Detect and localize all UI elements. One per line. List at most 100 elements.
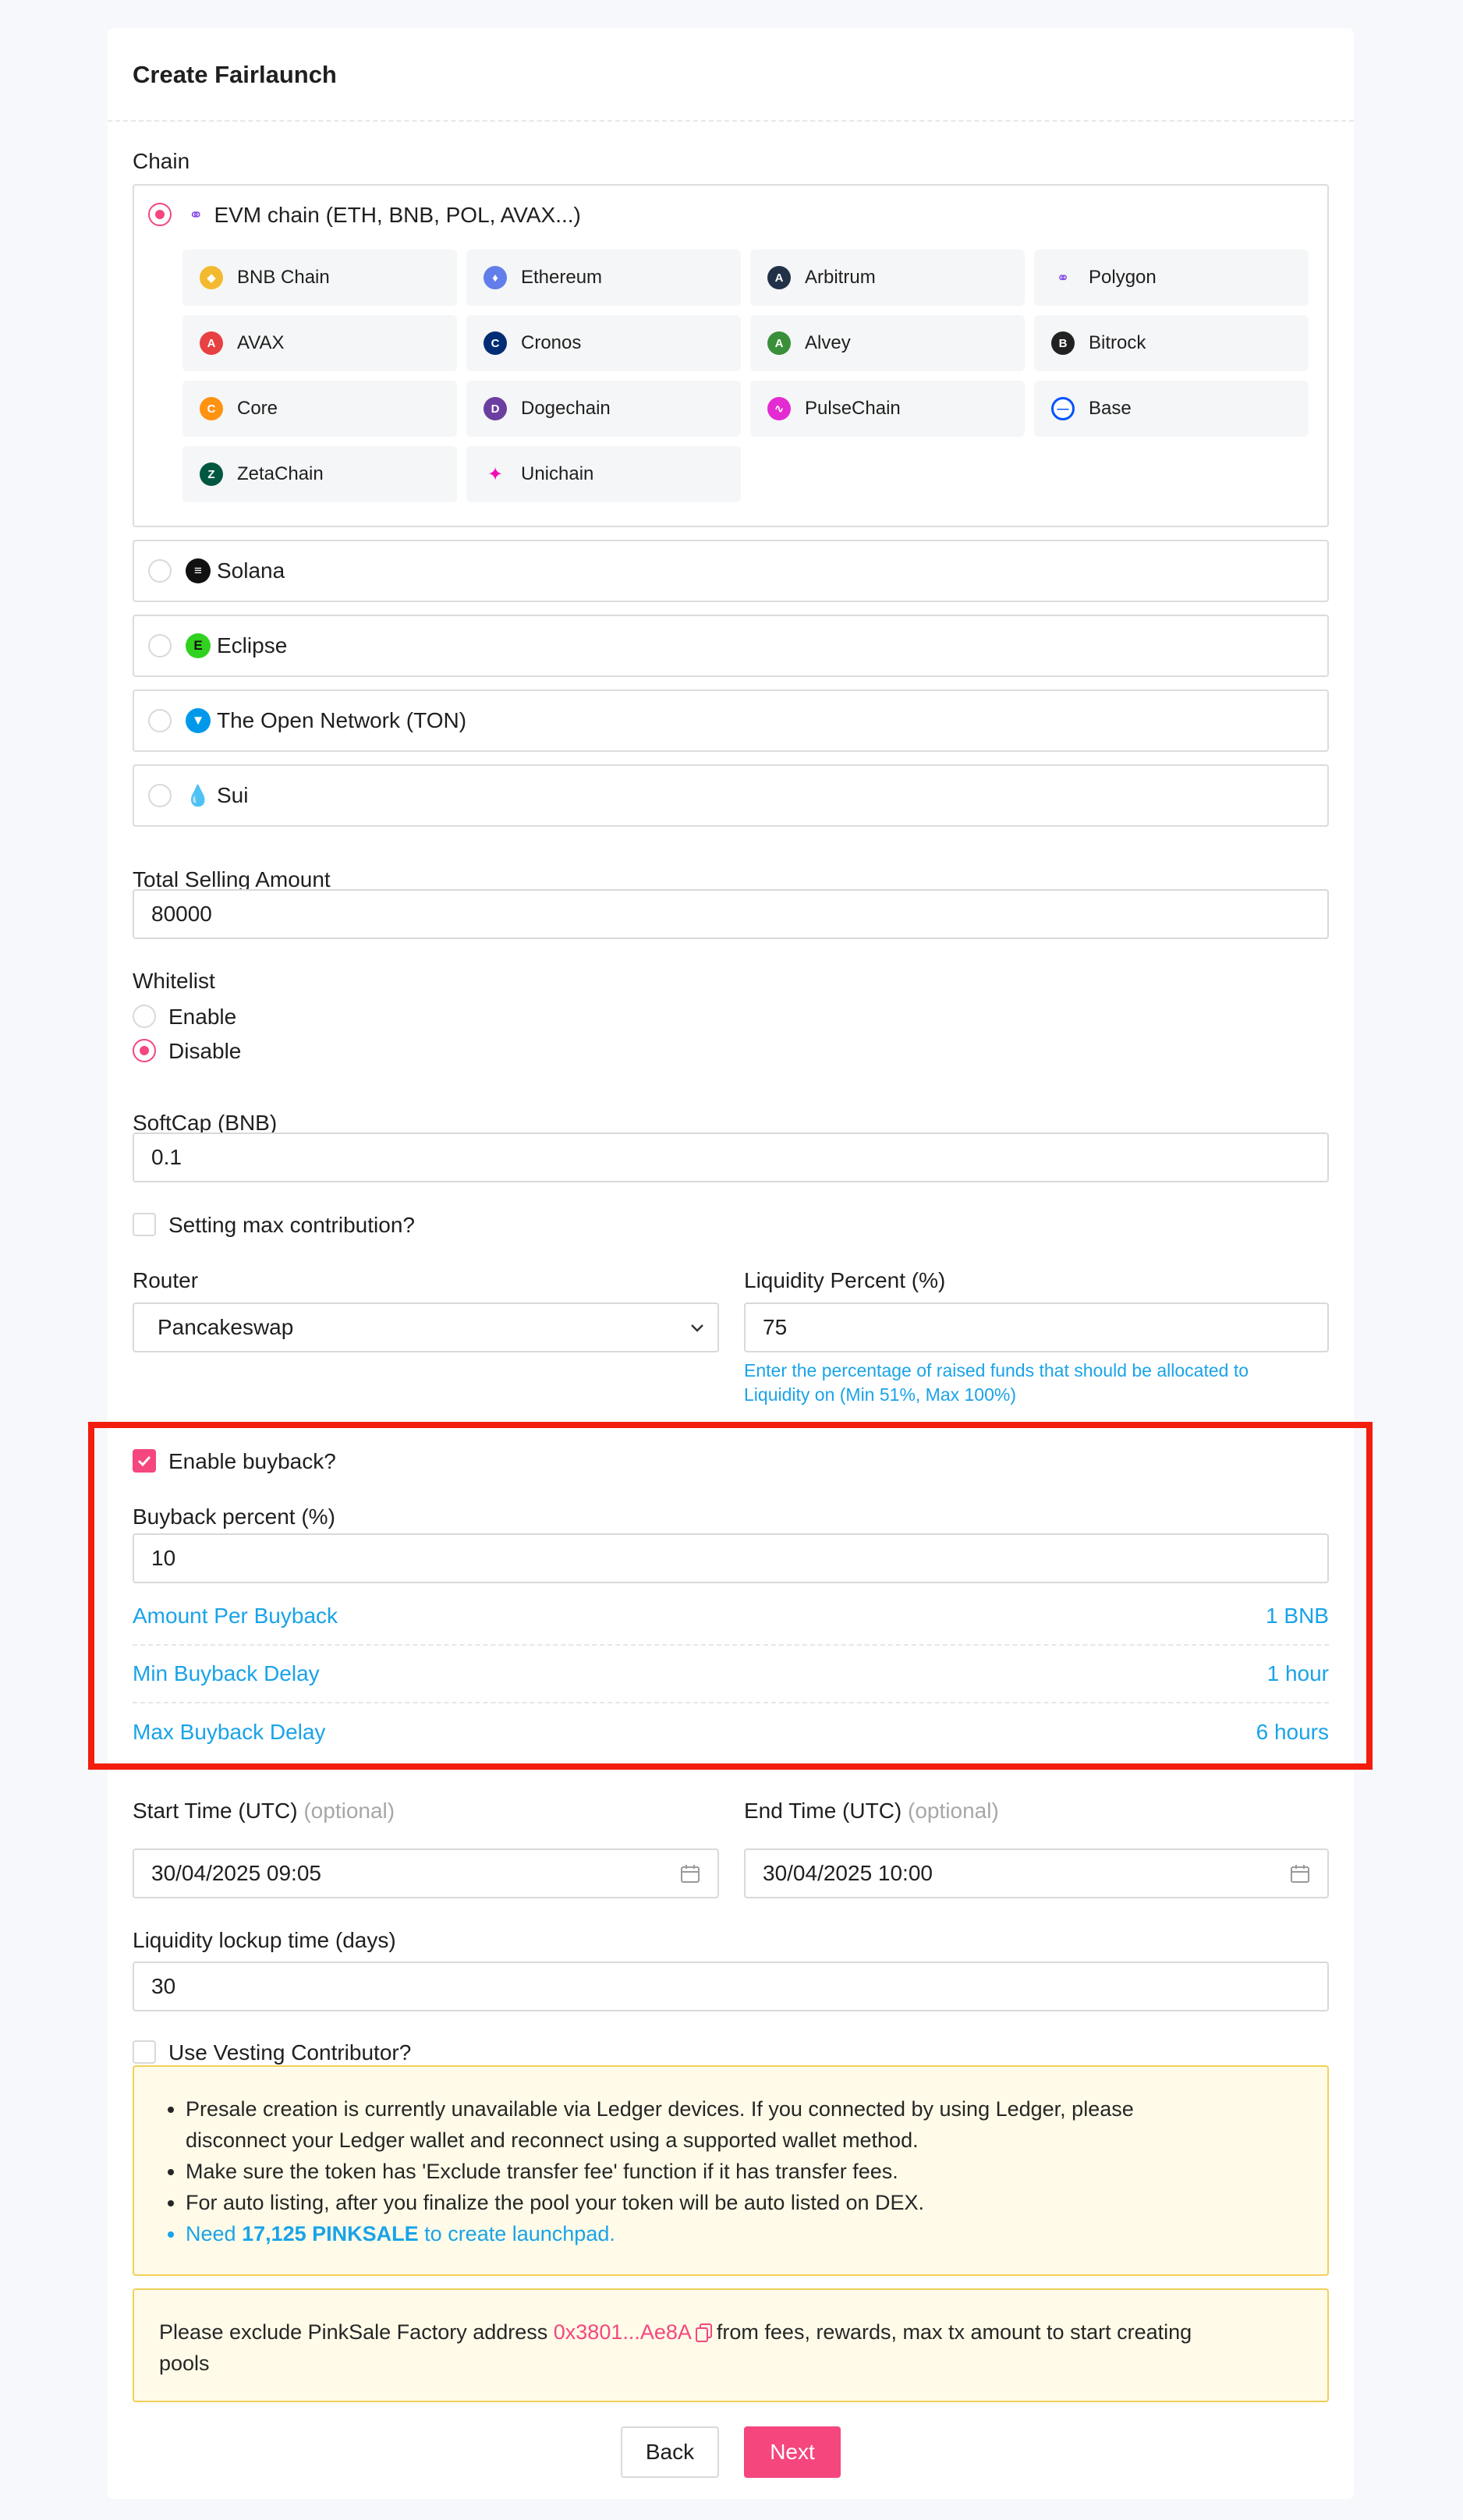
factory-notice-line2: pools [159, 2352, 210, 2375]
whitelist-enable-radio[interactable] [133, 1005, 156, 1028]
solana-icon: ≡ [186, 558, 211, 583]
liquidity-value: 75 [763, 1315, 788, 1339]
notice-item: Need 17,125 PINKSALE to create launchpad… [186, 2218, 1327, 2249]
pulsechain-icon: ∿ [767, 397, 791, 420]
factory-notice-pre: Please exclude PinkSale Factory address [159, 2320, 554, 2344]
base-icon: — [1051, 397, 1075, 420]
notice-text: Presale creation is currently unavailabl… [186, 2097, 1134, 2121]
chain-button-label: ZetaChain [237, 463, 324, 484]
eclipse-option: E Eclipse [186, 633, 287, 658]
end-time-value: 30/04/2025 10:00 [763, 1861, 933, 1885]
whitelist-enable-label[interactable]: Enable [168, 1005, 236, 1030]
avax-icon: A [200, 331, 223, 355]
sui-option: 💧 Sui [185, 783, 249, 808]
lockup-input[interactable]: 30 [133, 1962, 1329, 2011]
start-time-optional: (optional) [303, 1799, 395, 1823]
chain-button-label: Base [1089, 398, 1132, 419]
softcap-input[interactable]: 0.1 [133, 1132, 1329, 1182]
chain-button-bitrock[interactable]: B Bitrock [1034, 315, 1309, 371]
notice-text: to create launchpad. [418, 2222, 615, 2245]
polygon-icon: ⚭ [1056, 269, 1070, 287]
start-time-input[interactable]: 30/04/2025 09:05 [133, 1848, 719, 1898]
next-button[interactable]: Next [744, 2426, 841, 2478]
chain-button-cronos[interactable]: C Cronos [466, 315, 741, 371]
chain-button-label: Ethereum [521, 267, 603, 288]
vesting-checkbox[interactable] [133, 2040, 156, 2064]
chain-button-alvey[interactable]: A Alvey [750, 315, 1025, 371]
router-select[interactable]: Pancakeswap [133, 1303, 719, 1352]
whitelist-label: Whitelist [133, 969, 215, 993]
whitelist-disable-radio[interactable] [133, 1039, 156, 1062]
copy-icon[interactable] [695, 2323, 714, 2343]
chain-button-avax[interactable]: A AVAX [182, 315, 457, 371]
ton-option: ▼ The Open Network (TON) [186, 708, 466, 733]
liquidity-label: Liquidity Percent (%) [744, 1268, 946, 1292]
chain-button-pulsechain[interactable]: ∿ PulseChain [750, 381, 1025, 437]
liquidity-input[interactable]: 75 [744, 1303, 1329, 1352]
ton-icon: ▼ [186, 708, 211, 733]
chain-button-unichain[interactable]: ✦ Unichain [466, 446, 741, 502]
back-button[interactable]: Back [621, 2426, 719, 2478]
chain-button-zetachain[interactable]: Z ZetaChain [182, 446, 457, 502]
total-selling-input[interactable]: 80000 [133, 889, 1329, 939]
liquidity-hint-line2: Liquidity on (Min 51%, Max 100%) [744, 1384, 1016, 1405]
chain-button-label: BNB Chain [237, 267, 330, 288]
end-time-input[interactable]: 30/04/2025 10:00 [744, 1848, 1329, 1898]
start-time-label-text: Start Time (UTC) [133, 1799, 298, 1823]
pinksale-amount: 17,125 PINKSALE [242, 2222, 419, 2245]
chain-option-sui[interactable]: 💧 Sui [133, 764, 1329, 827]
chain-button-label: PulseChain [805, 398, 901, 419]
eclipse-icon: E [186, 633, 211, 658]
notice-text: disconnect your Ledger wallet and reconn… [186, 2128, 919, 2152]
zetachain-icon: Z [200, 463, 223, 486]
ton-radio[interactable] [148, 709, 172, 732]
router-label: Router [133, 1268, 199, 1292]
chain-button-label: Unichain [521, 463, 594, 484]
evm-chain-label: EVM chain (ETH, BNB, POL, AVAX...) [214, 203, 581, 227]
link-icon: ⚭ [189, 205, 204, 225]
eclipse-label: Eclipse [217, 633, 288, 657]
eclipse-radio[interactable] [148, 634, 172, 657]
create-fairlaunch-card: Create Fairlaunch Chain ⚭ EVM chain (ETH… [108, 28, 1354, 2499]
evm-chain-option[interactable]: ⚭ EVM chain (ETH, BNB, POL, AVAX...) [189, 203, 581, 228]
notice-list: Presale creation is currently unavailabl… [134, 2067, 1327, 2249]
card-header: Create Fairlaunch [108, 28, 1354, 122]
chain-button-core[interactable]: C Core [182, 381, 457, 437]
sui-radio[interactable] [148, 784, 172, 807]
chain-button-ethereum[interactable]: ♦ Ethereum [466, 250, 741, 306]
chain-button-label: Cronos [521, 332, 582, 353]
ton-label: The Open Network (TON) [217, 708, 467, 732]
chain-button-polygon[interactable]: ⚭ Polygon [1034, 250, 1309, 306]
chain-option-ton[interactable]: ▼ The Open Network (TON) [133, 689, 1329, 752]
max-contribution-label[interactable]: Setting max contribution? [168, 1213, 415, 1238]
calendar-icon [681, 1865, 700, 1883]
chain-option-eclipse[interactable]: E Eclipse [133, 615, 1329, 677]
evm-chain-radio[interactable] [148, 203, 172, 226]
chain-button-arbitrum[interactable]: A Arbitrum [750, 250, 1025, 306]
lockup-label: Liquidity lockup time (days) [133, 1928, 396, 1952]
vesting-label[interactable]: Use Vesting Contributor? [168, 2040, 411, 2065]
notice-box-factory: Please exclude PinkSale Factory address … [133, 2288, 1329, 2402]
max-contribution-checkbox[interactable] [133, 1213, 156, 1236]
chain-button-label: Alvey [805, 332, 851, 353]
unichain-icon: ✦ [487, 463, 504, 485]
chain-button-bnb[interactable]: ◆ BNB Chain [182, 250, 457, 306]
whitelist-disable-label[interactable]: Disable [168, 1039, 241, 1064]
solana-radio[interactable] [148, 559, 172, 583]
chain-button-label: Polygon [1089, 267, 1157, 288]
bnb-icon: ◆ [200, 266, 223, 289]
chain-button-base[interactable]: — Base [1034, 381, 1309, 437]
cronos-icon: C [484, 331, 507, 355]
chain-button-dogechain[interactable]: D Dogechain [466, 381, 741, 437]
sui-icon: 💧 [185, 783, 211, 807]
notice-text: Make sure the token has 'Exclude transfe… [186, 2160, 898, 2183]
chain-option-solana[interactable]: ≡ Solana [133, 540, 1329, 602]
router-value: Pancakeswap [158, 1315, 294, 1339]
calendar-icon [1291, 1865, 1309, 1883]
end-time-optional: (optional) [908, 1799, 999, 1823]
notice-item: Presale creation is currently unavailabl… [186, 2093, 1327, 2156]
total-selling-value: 80000 [151, 902, 212, 926]
core-icon: C [200, 397, 223, 420]
factory-address-link[interactable]: 0x3801...Ae8A [554, 2320, 692, 2344]
end-time-label: End Time (UTC) (optional) [744, 1799, 999, 1824]
